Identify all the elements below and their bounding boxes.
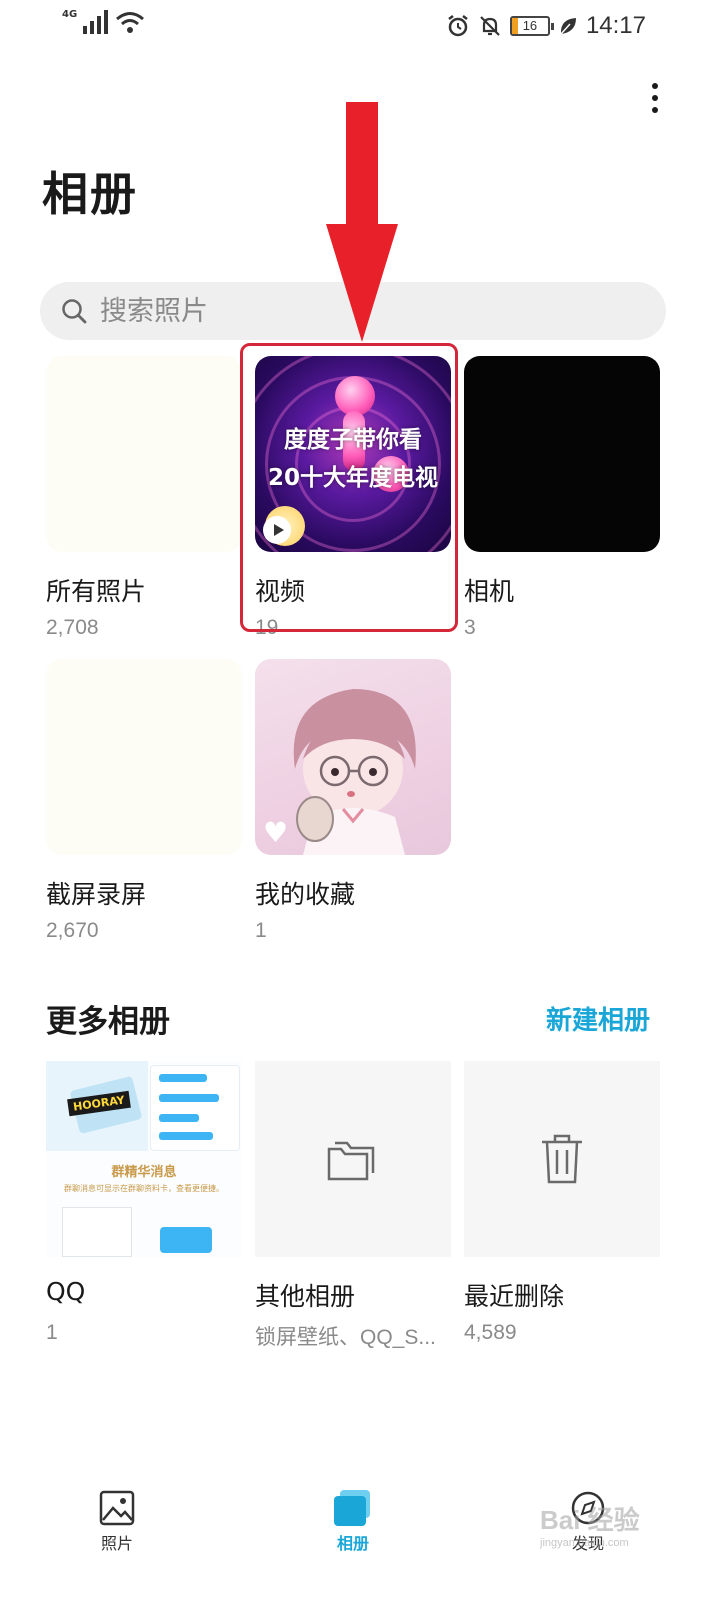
album-camera[interactable]: 相机 3 — [464, 356, 660, 639]
baidu-watermark: Bai 经验 jingyan.baidu.com — [540, 1500, 680, 1560]
album-qq[interactable]: HOORAY 群精华消息 群聊消息可显示在群聊资料卡，查看更便捷。 QQ 1 — [46, 1061, 242, 1344]
heart-icon: ♥ — [263, 816, 289, 849]
album-name: 截屏录屏 — [46, 880, 147, 909]
thumbnail-subcaption: 群聊消息可显示在群聊资料卡，查看更便捷。 — [64, 1184, 224, 1193]
folder-icon — [327, 1141, 375, 1181]
alarm-icon — [448, 15, 468, 37]
new-album-button[interactable]: 新建相册 — [546, 1000, 650, 1037]
nav-albums[interactable]: 相册 — [293, 1490, 413, 1554]
album-name: 我的收藏 — [255, 880, 356, 909]
album-count: 锁屏壁纸、QQ_S... — [255, 1326, 436, 1349]
leaf-icon — [560, 18, 576, 35]
album-all-photos[interactable]: 所有照片 2,708 — [46, 356, 242, 639]
album-thumbnail — [464, 1061, 660, 1257]
status-right: 16 14:17 — [446, 12, 646, 40]
more-vertical-icon — [652, 83, 658, 89]
album-count: 1 — [46, 1321, 58, 1344]
album-name: QQ — [46, 1277, 86, 1306]
search-icon — [62, 299, 87, 324]
photo-icon — [99, 1490, 135, 1526]
album-count: 1 — [255, 919, 267, 942]
album-count: 2,670 — [46, 919, 99, 942]
album-name: 相机 — [464, 577, 515, 606]
album-thumbnail — [46, 659, 242, 855]
more-options-button[interactable] — [640, 78, 670, 118]
album-count: 3 — [464, 616, 476, 639]
thumbnail-caption: 群精华消息 — [111, 1165, 177, 1180]
clock: 14:17 — [585, 12, 646, 39]
albums-icon — [334, 1490, 370, 1526]
signal-icon — [83, 10, 109, 34]
album-favorites[interactable]: ♥ 我的收藏 1 — [255, 659, 451, 942]
album-thumbnail — [464, 356, 660, 552]
wifi-icon — [116, 12, 145, 33]
status-bar: 4G 16 14:17 — [0, 0, 720, 52]
album-other[interactable]: 其他相册 锁屏壁纸、QQ_S... — [255, 1061, 451, 1349]
network-type: 4G — [62, 8, 78, 20]
album-name: 最近删除 — [464, 1282, 565, 1311]
watermark-subtext: jingyan.baidu.com — [540, 1537, 629, 1549]
page-title: 相册 — [42, 167, 138, 221]
annotation-highlight-box — [240, 343, 458, 632]
trash-icon — [542, 1134, 582, 1184]
status-left: 4G — [62, 8, 145, 34]
album-screenshots[interactable]: 截屏录屏 2,670 — [46, 659, 242, 942]
album-recently-deleted[interactable]: 最近删除 4,589 — [464, 1061, 660, 1344]
album-thumbnail — [255, 1061, 451, 1257]
album-count: 4,589 — [464, 1321, 517, 1344]
album-thumbnail: ♥ — [255, 659, 451, 855]
album-name: 所有照片 — [46, 577, 147, 606]
nav-photos[interactable]: 照片 — [57, 1490, 177, 1554]
album-name: 其他相册 — [255, 1282, 356, 1311]
album-thumbnail: HOORAY 群精华消息 群聊消息可显示在群聊资料卡，查看更便捷。 — [46, 1061, 242, 1257]
more-albums-title: 更多相册 — [46, 1004, 170, 1040]
watermark-text: Bai 经验 — [540, 1505, 640, 1535]
nav-label: 相册 — [336, 1534, 369, 1553]
nav-label: 照片 — [100, 1534, 133, 1553]
album-count: 2,708 — [46, 616, 99, 639]
battery-indicator: 16 — [509, 16, 554, 36]
annotation-arrow-icon — [326, 102, 398, 342]
mute-bell-icon — [480, 16, 500, 36]
album-thumbnail — [46, 356, 242, 552]
